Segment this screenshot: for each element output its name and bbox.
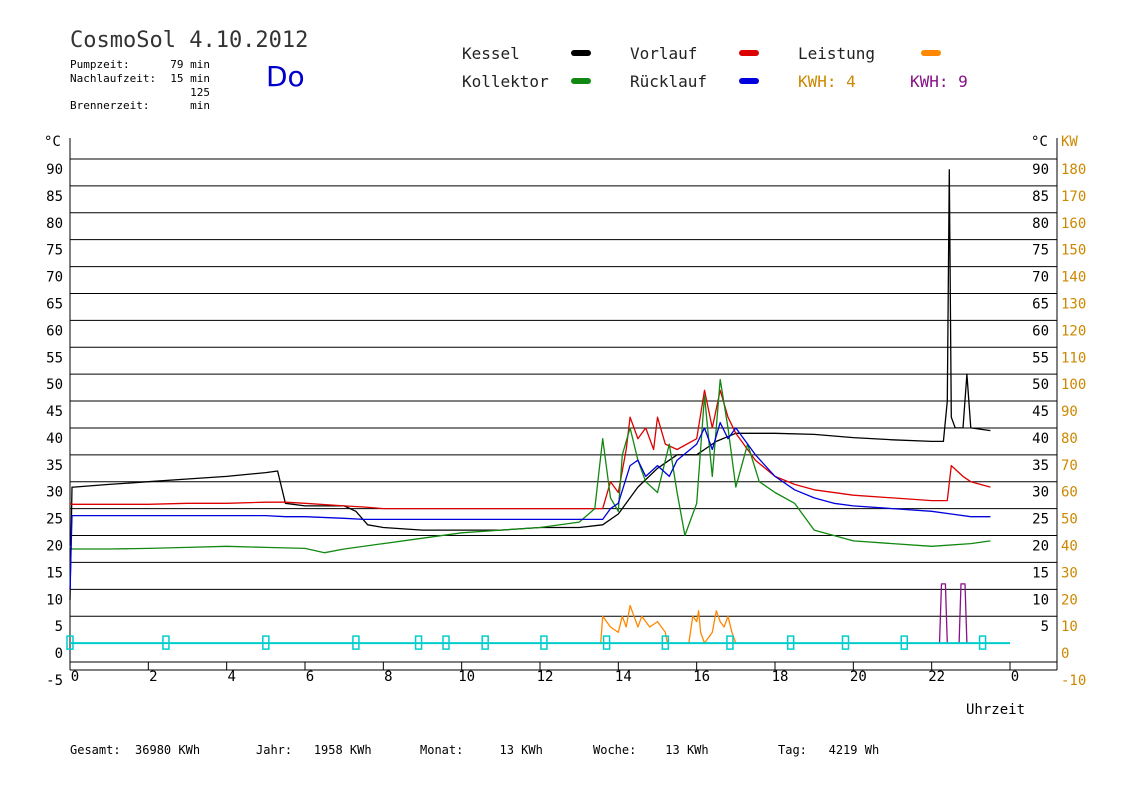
y-tick-label-right: 60 <box>1032 323 1049 339</box>
y-tick-label-kw: 130 <box>1061 296 1086 312</box>
y-tick-label-kw: 80 <box>1061 431 1078 447</box>
x-tick-label: 10 <box>458 669 475 685</box>
y-tick-label-right: 80 <box>1032 216 1049 232</box>
x-tick-label: 20 <box>850 669 867 685</box>
x-tick-label: 8 <box>384 669 392 685</box>
y-tick-label-right: 5 <box>1041 619 1049 635</box>
y-tick-label-left: 15 <box>46 565 63 581</box>
y-tick-label-left: -5 <box>46 673 63 689</box>
y-tick-label-right: 35 <box>1032 458 1049 474</box>
y-tick-label-right: 30 <box>1032 485 1049 501</box>
y-tick-label-kw: 70 <box>1061 458 1078 474</box>
footer-label: Tag: <box>778 743 807 757</box>
footer-label: Jahr: <box>256 743 293 757</box>
y-axis-unit-kw: KW <box>1061 134 1078 150</box>
y-tick-label-left: 5 <box>55 619 63 635</box>
y-tick-label-kw: 40 <box>1061 539 1078 555</box>
series-line-r-cklauf <box>69 421 991 590</box>
footer-value: 1958 KWh <box>313 743 372 757</box>
footer-value: 13 KWh <box>499 743 543 757</box>
y-tick-label-kw: 110 <box>1061 350 1086 366</box>
y-tick-label-left: 50 <box>46 377 63 393</box>
y-tick-label-right: 90 <box>1032 162 1049 178</box>
y-tick-label-right: 70 <box>1032 270 1049 286</box>
y-tick-label-kw: -10 <box>1061 673 1086 689</box>
footer-monat: Monat: 13 KWh <box>420 743 543 757</box>
y-tick-label-right: 20 <box>1032 539 1049 555</box>
x-tick-label: 16 <box>693 669 710 685</box>
y-tick-label-left: 30 <box>46 485 63 501</box>
y-tick-label-kw: 120 <box>1061 323 1086 339</box>
x-tick-label: 22 <box>928 669 945 685</box>
y-tick-label-kw: 20 <box>1061 592 1078 608</box>
series-line-kwh-9-zusatz- <box>938 583 968 644</box>
y-tick-label-kw: 60 <box>1061 485 1078 501</box>
y-tick-label-left: 45 <box>46 404 63 420</box>
x-tick-label: 12 <box>537 669 554 685</box>
y-tick-label-left: 85 <box>46 189 63 205</box>
y-axis-unit-left: °C <box>44 134 61 150</box>
y-tick-label-right: 40 <box>1032 431 1049 447</box>
footer-label: Woche: <box>593 743 637 757</box>
y-tick-label-left: 20 <box>46 539 63 555</box>
x-axis-title: Uhrzeit <box>966 702 1026 718</box>
y-tick-label-left: 65 <box>46 296 63 312</box>
y-tick-label-left: 75 <box>46 243 63 259</box>
y-tick-label-left: 25 <box>46 512 63 528</box>
y-tick-label-left: 0 <box>55 646 63 662</box>
y-tick-label-left: 80 <box>46 216 63 232</box>
y-tick-label-right: 85 <box>1032 189 1049 205</box>
x-tick-label: 2 <box>149 669 157 685</box>
y-tick-label-kw: 160 <box>1061 216 1086 232</box>
y-tick-label-kw: 180 <box>1061 162 1086 178</box>
y-tick-label-left: 10 <box>46 592 63 608</box>
y-tick-label-right: 50 <box>1032 377 1049 393</box>
x-tick-label: 18 <box>772 669 789 685</box>
footer-tag: Tag: 4219 Wh <box>778 743 879 757</box>
y-tick-label-right: 45 <box>1032 404 1049 420</box>
footer-gesamt: Gesamt: 36980 KWh <box>70 743 200 757</box>
y-tick-label-kw: 140 <box>1061 270 1086 286</box>
x-tick-label: 14 <box>615 669 632 685</box>
y-tick-label-left: 55 <box>46 350 63 366</box>
temperature-chart: °C °C KW-505101520253035404550556065707580… <box>44 134 1086 689</box>
y-tick-label-right: 65 <box>1032 296 1049 312</box>
footer-label: Monat: <box>420 743 464 757</box>
footer-value: 36980 KWh <box>135 743 201 757</box>
y-tick-label-kw: 90 <box>1061 404 1078 420</box>
footer-woche: Woche: 13 KWh <box>593 743 709 757</box>
x-tick-label: 0 <box>1011 669 1019 685</box>
y-tick-label-kw: 150 <box>1061 243 1086 259</box>
y-tick-label-left: 90 <box>46 162 63 178</box>
x-tick-label: 4 <box>227 669 235 685</box>
y-axis-unit-right: °C <box>1031 134 1048 150</box>
footer-value: 13 KWh <box>665 743 709 757</box>
y-tick-label-kw: 50 <box>1061 512 1078 528</box>
y-tick-label-right: 55 <box>1032 350 1049 366</box>
y-tick-label-kw: 30 <box>1061 565 1078 581</box>
y-tick-label-kw: 170 <box>1061 189 1086 205</box>
y-tick-label-right: 75 <box>1032 243 1049 259</box>
series-line-vorlauf <box>69 389 991 510</box>
y-tick-label-left: 40 <box>46 431 63 447</box>
y-tick-label-right: 15 <box>1032 565 1049 581</box>
footer-value: 4219 Wh <box>828 743 880 757</box>
y-tick-label-kw: 10 <box>1061 619 1078 635</box>
y-tick-label-left: 70 <box>46 270 63 286</box>
y-tick-label-right: 10 <box>1032 592 1049 608</box>
y-tick-label-kw: 0 <box>1061 646 1069 662</box>
y-tick-label-left: 35 <box>46 458 63 474</box>
y-tick-label-left: 60 <box>46 323 63 339</box>
x-tick-label: 6 <box>306 669 314 685</box>
footer-label: Gesamt: <box>70 743 121 757</box>
footer-jahr: Jahr: 1958 KWh <box>256 743 372 757</box>
x-tick-label: 0 <box>71 669 79 685</box>
y-tick-label-right: 25 <box>1032 512 1049 528</box>
series-line-kollektor <box>69 378 991 554</box>
y-tick-label-kw: 100 <box>1061 377 1086 393</box>
